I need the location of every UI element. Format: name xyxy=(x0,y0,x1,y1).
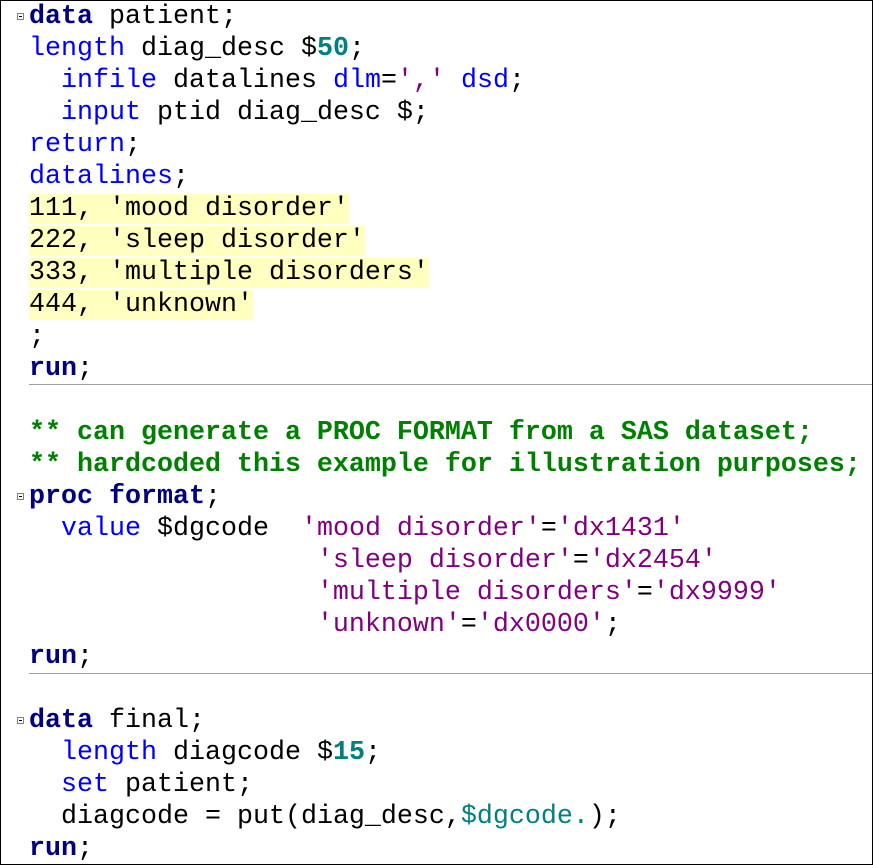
comment-text: ** hardcoded this example for illustrati… xyxy=(29,450,861,480)
code-line: value $dgcode 'mood disorder'='dx1431' xyxy=(61,514,685,544)
keyword: set xyxy=(61,770,109,800)
string-literal: 'multiple disorders' xyxy=(316,578,637,608)
string-literal: ',' xyxy=(396,66,445,96)
code-line: datalines; xyxy=(29,162,189,192)
code-line: run; xyxy=(29,834,93,864)
number-literal: 50 xyxy=(316,34,349,64)
step-separator xyxy=(29,384,872,385)
keyword: return xyxy=(29,130,125,160)
dataline-text: 111, 'mood disorder' xyxy=(29,194,349,224)
keyword: infile xyxy=(61,66,157,96)
keyword: datalines xyxy=(29,162,173,192)
step-separator xyxy=(29,673,872,674)
string-literal: 'dx9999' xyxy=(652,578,781,608)
keyword: length xyxy=(29,34,125,64)
keyword: input xyxy=(61,98,141,128)
dataline-row: 444, 'unknown' xyxy=(1,289,253,321)
dataline-row: 333, 'multiple disorders' xyxy=(1,257,429,289)
code-line: length diag_desc $50; xyxy=(29,34,365,64)
code-line: data final; xyxy=(29,706,205,736)
dataline-text: 444, 'unknown' xyxy=(29,290,253,320)
code-line: input ptid diag_desc $; xyxy=(61,98,429,128)
keyword: dlm xyxy=(332,66,381,96)
code-line: run; xyxy=(29,354,93,384)
format-name: $dgcode. xyxy=(460,802,589,832)
code-line: ; xyxy=(29,322,45,352)
dataline-text: 222, 'sleep disorder' xyxy=(29,226,365,256)
comment-text: ** can generate a PROC FORMAT from a SAS… xyxy=(29,418,813,448)
dataline-row: 222, 'sleep disorder' xyxy=(1,225,365,257)
code-line: diagcode = put(diag_desc,$dgcode.); xyxy=(61,802,621,832)
string-literal: 'dx2454' xyxy=(588,546,717,576)
keyword: data xyxy=(29,706,93,736)
code-line: return; xyxy=(29,130,141,160)
code-line: 'unknown'='dx0000'; xyxy=(316,610,621,640)
keyword: value xyxy=(61,514,141,544)
string-literal: 'unknown' xyxy=(316,610,461,640)
keyword: run xyxy=(29,354,77,384)
code-line: 'sleep disorder'='dx2454' xyxy=(316,546,717,576)
code-line: infile datalines dlm=',' dsd; xyxy=(61,66,525,96)
keyword: length xyxy=(61,738,157,768)
code-line: data patient; xyxy=(29,2,237,32)
dataline-text: 333, 'multiple disorders' xyxy=(29,258,429,288)
code-editor[interactable]: data patient; length diag_desc $50; infi… xyxy=(0,0,873,865)
string-literal: 'mood disorder' xyxy=(300,514,541,544)
code-line: 'multiple disorders'='dx9999' xyxy=(316,578,781,608)
string-literal: 'dx1431' xyxy=(556,514,685,544)
keyword: run xyxy=(29,642,77,672)
code-line: proc format; xyxy=(29,482,221,512)
keyword: run xyxy=(29,834,77,864)
keyword: dsd xyxy=(460,66,509,96)
string-literal: 'sleep disorder' xyxy=(316,546,573,576)
code-line: run; xyxy=(29,642,93,672)
code-line: length diagcode $15; xyxy=(61,738,381,768)
comment-line: ** hardcoded this example for illustrati… xyxy=(1,449,861,481)
number-literal: 15 xyxy=(332,738,365,768)
comment-line: ** can generate a PROC FORMAT from a SAS… xyxy=(1,417,813,449)
keyword: data xyxy=(29,2,93,32)
dataline-row: 111, 'mood disorder' xyxy=(1,193,349,225)
keyword: proc format xyxy=(29,482,205,512)
string-literal: 'dx0000' xyxy=(476,610,605,640)
code-line: set patient; xyxy=(61,770,253,800)
